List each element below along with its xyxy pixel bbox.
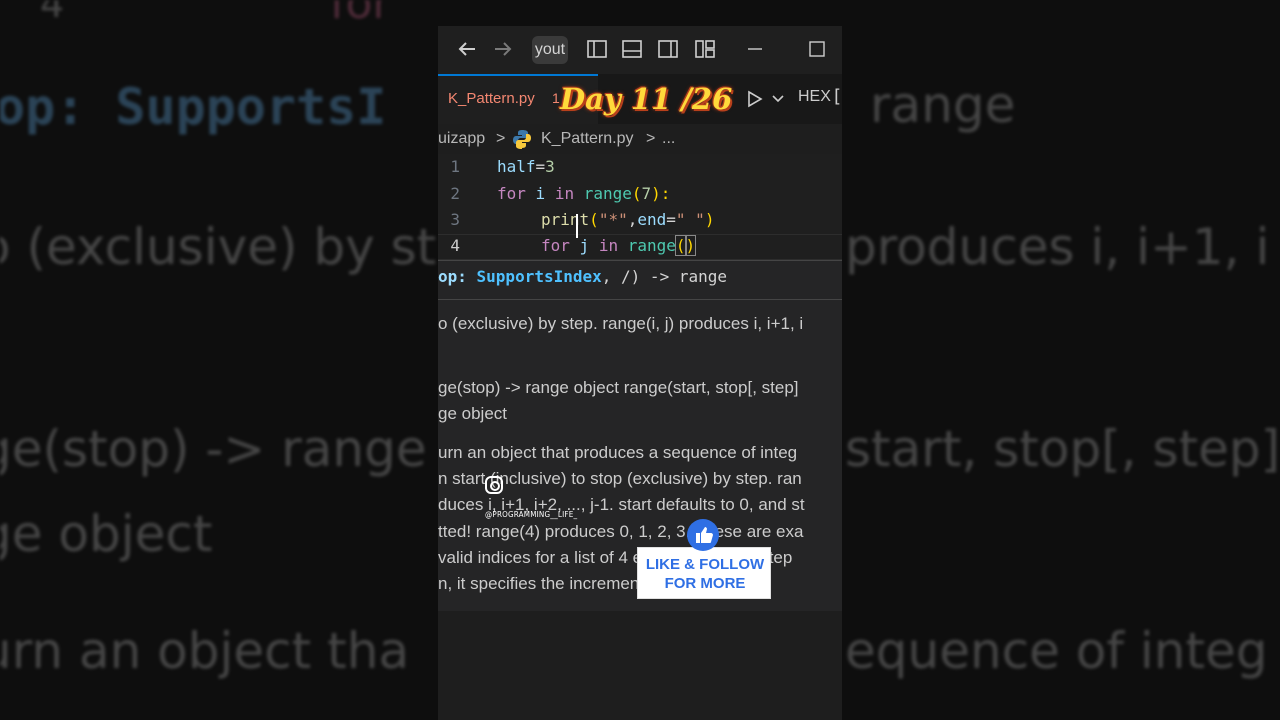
backdrop-doc-stop: ge(stop) -> range [0,420,427,478]
token: ) [704,210,715,229]
toggle-panel-icon[interactable] [621,38,643,60]
signature-prefix: op: [438,267,477,286]
tab-label: K_Pattern.py [448,90,535,107]
token: = [666,210,676,229]
token: ) [684,235,697,256]
creator-handle: @PROGRAMMING__LIFE_ [485,510,578,519]
breadcrumb-folder[interactable]: uizapp [438,130,485,148]
like-follow-text: LIKE & FOLLOW [645,556,765,573]
backdrop-line-number: 4 [40,0,65,26]
day-caption-overlay: Day 11 /26 [560,82,733,116]
token: "*" [598,210,628,229]
backdrop-doc-start-step: start, stop[, step] [845,420,1280,478]
hex-editor-button[interactable]: HEX [798,88,831,106]
backdrop-keyword: for [330,0,391,29]
backdrop-doc-returns: urn an object tha [0,622,410,680]
token: = [535,157,546,176]
token: for [541,236,570,255]
token: range [618,236,676,255]
token: j [569,236,599,255]
toggle-primary-sidebar-icon[interactable] [586,38,608,60]
token: in [554,184,575,203]
command-center-search[interactable]: yout [532,36,568,64]
token: i [525,184,555,203]
doc-line: o (exclusive) by step. range(i, j) produ… [438,314,804,333]
signature-rest: , /) -> range [601,267,727,286]
doc-line: urn an object that produces a sequence o… [438,443,798,462]
maximize-icon[interactable] [806,38,828,60]
more-actions-icon[interactable]: [ [834,86,841,107]
toggle-secondary-sidebar-icon[interactable] [657,38,679,60]
token: print [541,210,590,229]
doc-line: ge object [438,404,507,423]
python-file-icon [513,130,531,149]
code-line-1[interactable]: half=3 [497,157,555,176]
thumbs-up-icon [687,519,719,551]
backdrop-doc-exclusive: o (exclusive) by st [0,218,437,276]
token: " " [675,210,705,229]
line-number: 2 [450,184,460,203]
minimize-icon[interactable] [744,38,766,60]
token: ( [589,210,599,229]
token: ( [631,184,642,203]
breadcrumb-separator: > [496,130,506,147]
editor-window: yout K_Pattern.py 1 HEX [ Day 11 /26 uiz… [438,26,842,720]
token: 7 [641,184,652,203]
token: half [497,157,536,176]
breadcrumb-separator: > [646,130,656,147]
backdrop-doc-produces: produces i, i+1, i [845,218,1270,276]
doc-line: ge(stop) -> range object range(start, st… [438,378,799,397]
forward-arrow-icon[interactable] [492,38,514,60]
play-icon[interactable] [746,90,764,108]
popup-divider [438,299,842,300]
title-bar: yout [438,26,842,74]
backdrop-signature: op: SupportsI [0,78,387,136]
token: ( [674,235,687,256]
like-follow-banner: LIKE & FOLLOW FOR MORE [637,547,771,599]
token: range [574,184,632,203]
for-more-text: FOR MORE [664,575,746,592]
customize-layout-icon[interactable] [694,38,716,60]
chevron-down-icon[interactable] [772,94,784,104]
line-number: 1 [450,157,460,176]
token: ): [651,184,671,203]
signature-type: SupportsIndex [476,267,602,286]
problem-count-badge: 1 [552,90,560,106]
breadcrumb-more[interactable]: ... [662,130,675,148]
breadcrumb: uizapp > K_Pattern.py > ... [438,126,842,154]
token: , [627,210,638,229]
token: end [637,210,667,229]
token: 3 [545,157,555,176]
line-number: 3 [450,210,460,229]
token: for [497,184,526,203]
instagram-icon [485,476,503,494]
code-editor[interactable]: 1 2 3 4 half=3 for i in range(7): print(… [438,154,842,260]
code-line-2[interactable]: for i in range(7): [497,184,670,203]
doc-line: tted! range(4) produces 0, 1, 2, 3. Thes… [438,522,804,541]
breadcrumb-file[interactable]: K_Pattern.py [541,130,634,148]
line-number: 4 [450,236,460,255]
backdrop-doc-object: ge object [0,505,213,563]
mouse-text-cursor [576,214,578,238]
backdrop-doc-sequence: equence of integ [845,622,1268,680]
back-arrow-icon[interactable] [456,38,478,60]
backdrop-signature-right: range [870,76,1016,134]
code-line-3[interactable]: print("*",end=" ") [541,210,714,229]
token: in [598,236,619,255]
function-signature: op: SupportsIndex, /) -> range [438,267,727,293]
code-line-4[interactable]: for j in range() [541,235,697,256]
